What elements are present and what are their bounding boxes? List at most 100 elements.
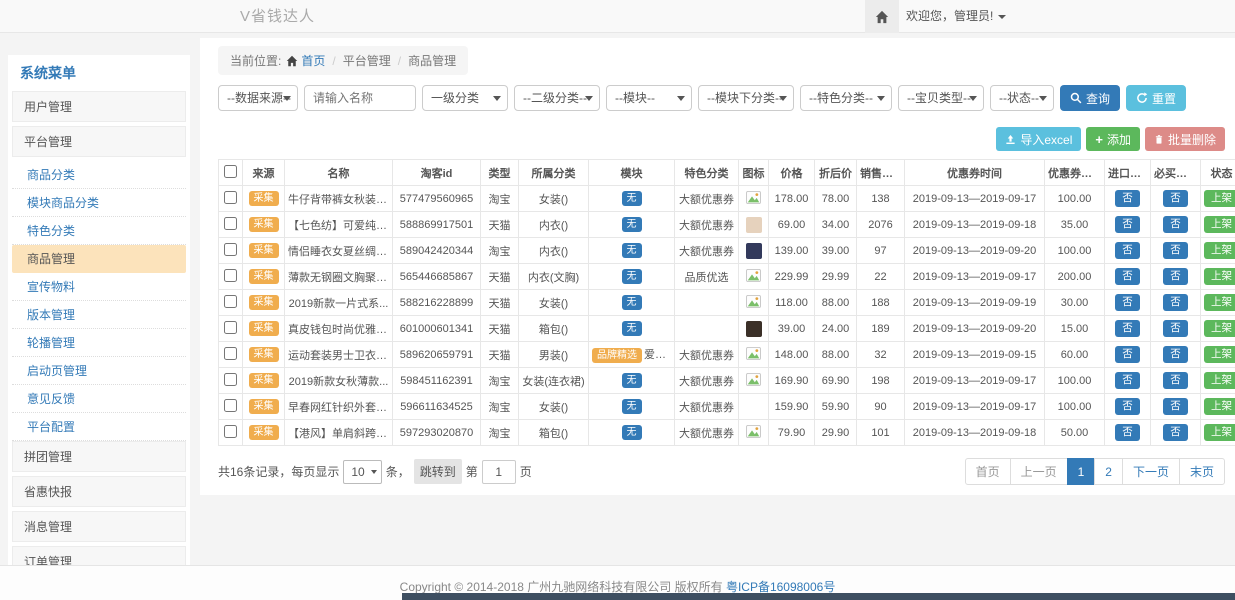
page-button-上一页[interactable]: 上一页: [1010, 458, 1068, 485]
filter-item-type-select[interactable]: --宝贝类型--: [898, 85, 984, 111]
cell-category: 箱包(): [519, 420, 589, 446]
row-checkbox[interactable]: [224, 295, 237, 308]
filter-level1-category-select[interactable]: 一级分类: [422, 85, 508, 111]
row-checkbox[interactable]: [224, 399, 237, 412]
sidebar-item-模块商品分类[interactable]: 模块商品分类: [12, 189, 186, 217]
cell-icon: [739, 420, 769, 446]
import-pick-toggle[interactable]: 否: [1115, 294, 1140, 312]
row-checkbox[interactable]: [224, 191, 237, 204]
row-checkbox[interactable]: [224, 217, 237, 230]
filter-status-select[interactable]: --状态--: [990, 85, 1054, 111]
import-pick-toggle[interactable]: 否: [1115, 242, 1140, 260]
page-button-末页[interactable]: 末页: [1179, 458, 1225, 485]
module-badge: 无: [622, 295, 642, 310]
cell-icon: [739, 342, 769, 368]
row-checkbox[interactable]: [224, 243, 237, 256]
row-checkbox[interactable]: [224, 373, 237, 386]
sidebar-item-意见反馈[interactable]: 意见反馈: [12, 385, 186, 413]
sidebar-item-拼团管理[interactable]: 拼团管理: [12, 441, 186, 472]
sidebar-item-商品管理[interactable]: 商品管理: [12, 245, 186, 273]
row-checkbox[interactable]: [224, 321, 237, 334]
must-buy-toggle[interactable]: 否: [1163, 346, 1188, 364]
cell-price: 39.00: [769, 316, 815, 342]
import-pick-toggle[interactable]: 否: [1115, 216, 1140, 234]
sidebar-item-消息管理[interactable]: 消息管理: [12, 511, 186, 542]
page-button-下一页[interactable]: 下一页: [1122, 458, 1180, 485]
search-button[interactable]: 查询: [1060, 85, 1120, 111]
icp-link[interactable]: 粤ICP备16098006号: [726, 580, 835, 594]
must-buy-toggle[interactable]: 否: [1163, 424, 1188, 442]
status-button[interactable]: 上架: [1204, 294, 1235, 312]
filter-level2-category-select[interactable]: --二级分类--: [514, 85, 600, 111]
sidebar-item-平台配置[interactable]: 平台配置: [12, 413, 186, 441]
status-button[interactable]: 上架: [1204, 242, 1235, 260]
status-button[interactable]: 上架: [1204, 398, 1235, 416]
status-button[interactable]: 上架: [1204, 190, 1235, 208]
must-buy-toggle[interactable]: 否: [1163, 242, 1188, 260]
home-button[interactable]: [865, 0, 899, 33]
column-header-折后价: 折后价: [815, 160, 857, 186]
import-pick-toggle[interactable]: 否: [1115, 398, 1140, 416]
module-badge: 无: [622, 217, 642, 232]
module-extra-text: 爱上运动: [644, 349, 675, 361]
cell-must-buy: 否: [1151, 264, 1201, 290]
page-button-2[interactable]: 2: [1094, 458, 1123, 485]
sidebar-item-版本管理[interactable]: 版本管理: [12, 301, 186, 329]
status-button[interactable]: 上架: [1204, 268, 1235, 286]
sidebar-item-用户管理[interactable]: 用户管理: [12, 91, 186, 122]
select-all-checkbox[interactable]: [224, 165, 237, 178]
filter-module-sub-select[interactable]: --模块下分类--: [698, 85, 794, 111]
must-buy-toggle[interactable]: 否: [1163, 190, 1188, 208]
cell-feature: 大额优惠券: [675, 368, 739, 394]
page-number-input[interactable]: [482, 460, 516, 484]
cell-taoke-id: 577479560965: [393, 186, 481, 212]
must-buy-toggle[interactable]: 否: [1163, 320, 1188, 338]
must-buy-toggle[interactable]: 否: [1163, 372, 1188, 390]
cell-must-buy: 否: [1151, 368, 1201, 394]
sidebar-item-平台管理[interactable]: 平台管理: [12, 126, 186, 157]
import-excel-button[interactable]: 导入excel: [996, 127, 1081, 151]
batch-delete-button[interactable]: 批量删除: [1145, 127, 1225, 151]
cell-sales: 2076: [857, 212, 905, 238]
page-button-1[interactable]: 1: [1067, 458, 1096, 485]
name-search-input[interactable]: [304, 85, 416, 111]
cell-category: 女装(): [519, 290, 589, 316]
filter-data-source-select[interactable]: --数据来源--: [218, 85, 298, 111]
row-checkbox[interactable]: [224, 269, 237, 282]
add-button[interactable]: + 添加: [1086, 127, 1140, 151]
page-button-首页[interactable]: 首页: [965, 458, 1011, 485]
status-button[interactable]: 上架: [1204, 372, 1235, 390]
status-button[interactable]: 上架: [1204, 346, 1235, 364]
row-checkbox[interactable]: [224, 347, 237, 360]
row-checkbox[interactable]: [224, 425, 237, 438]
module-badge: 品牌精选: [592, 348, 642, 363]
cell-import-pick: 否: [1105, 264, 1151, 290]
sidebar-item-商品分类[interactable]: 商品分类: [12, 161, 186, 189]
filter-module-select[interactable]: --模块--: [606, 85, 692, 111]
sidebar-item-特色分类[interactable]: 特色分类: [12, 217, 186, 245]
status-button[interactable]: 上架: [1204, 424, 1235, 442]
page-size-select[interactable]: 10: [343, 460, 381, 484]
import-pick-toggle[interactable]: 否: [1115, 424, 1140, 442]
sidebar-item-省惠快报[interactable]: 省惠快报: [12, 476, 186, 507]
sidebar-item-宣传物料[interactable]: 宣传物料: [12, 273, 186, 301]
must-buy-toggle[interactable]: 否: [1163, 294, 1188, 312]
status-button[interactable]: 上架: [1204, 320, 1235, 338]
sidebar-item-轮播管理[interactable]: 轮播管理: [12, 329, 186, 357]
reset-button[interactable]: 重置: [1126, 85, 1186, 111]
breadcrumb-home-link[interactable]: 首页: [286, 52, 325, 69]
status-button[interactable]: 上架: [1204, 216, 1235, 234]
import-pick-toggle[interactable]: 否: [1115, 190, 1140, 208]
sidebar-item-启动页管理[interactable]: 启动页管理: [12, 357, 186, 385]
import-pick-toggle[interactable]: 否: [1115, 346, 1140, 364]
import-pick-toggle[interactable]: 否: [1115, 372, 1140, 390]
must-buy-toggle[interactable]: 否: [1163, 268, 1188, 286]
import-pick-toggle[interactable]: 否: [1115, 268, 1140, 286]
user-menu[interactable]: 欢迎您，管理员!: [906, 0, 1006, 33]
import-pick-toggle[interactable]: 否: [1115, 320, 1140, 338]
jump-to-button[interactable]: 跳转到: [414, 459, 462, 484]
must-buy-toggle[interactable]: 否: [1163, 398, 1188, 416]
table-row: 采集2019新款女秋薄款...598451162391淘宝女装(连衣裙)无大额优…: [219, 368, 1235, 394]
filter-feature-category-select[interactable]: --特色分类--: [800, 85, 892, 111]
must-buy-toggle[interactable]: 否: [1163, 216, 1188, 234]
